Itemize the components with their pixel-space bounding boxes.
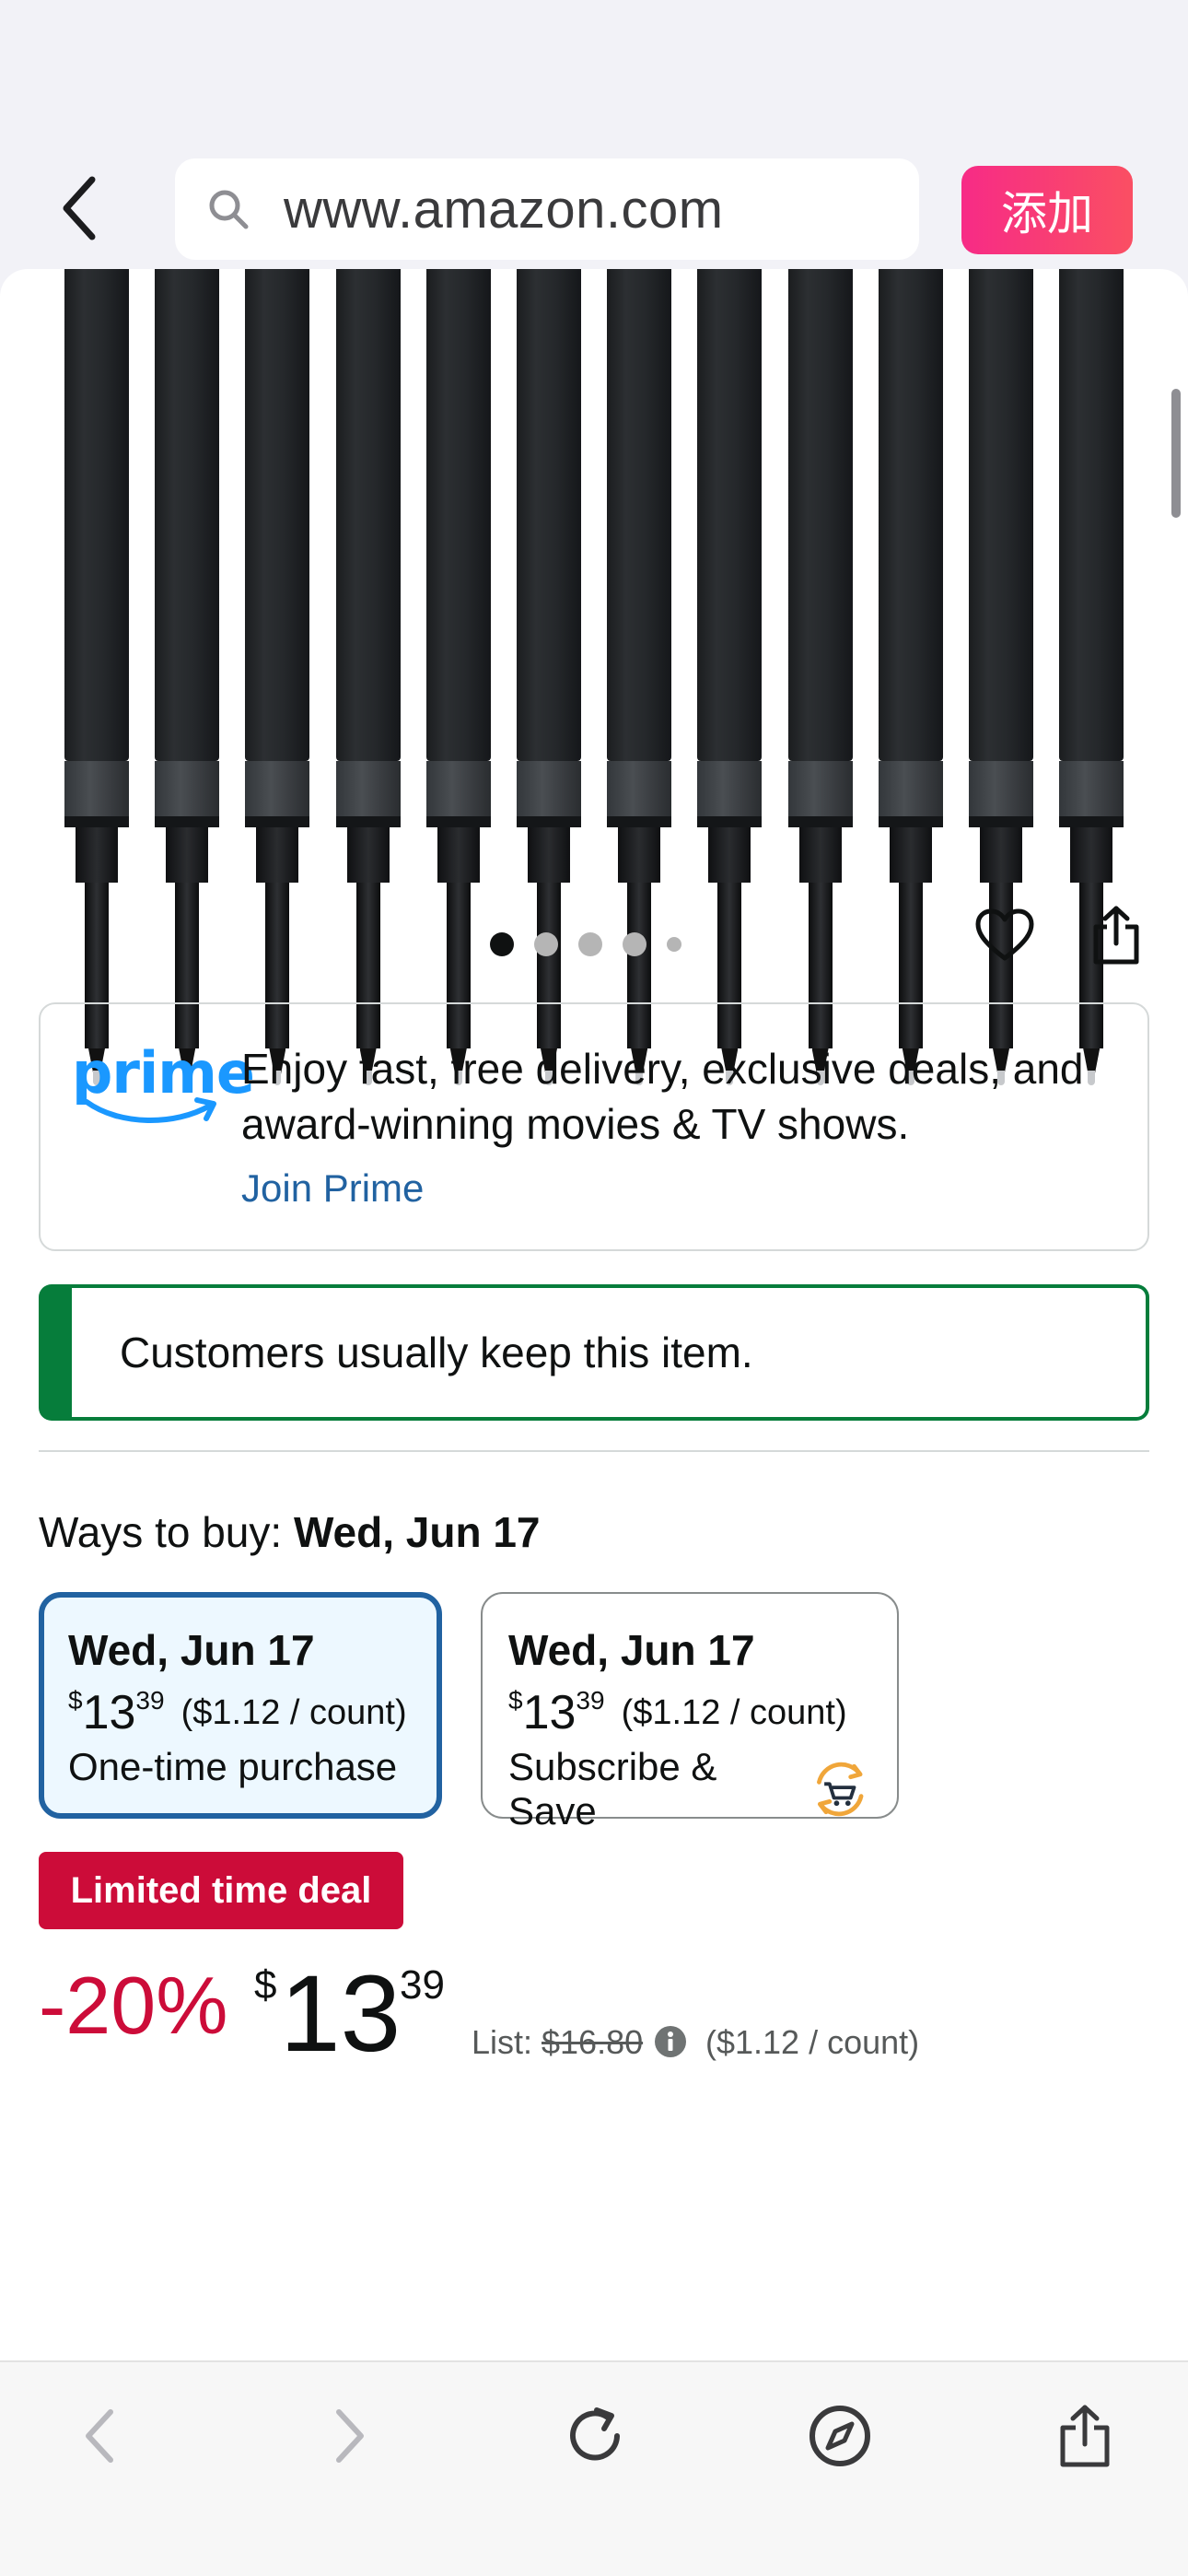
pagination-dot[interactable] <box>534 932 558 956</box>
option-type: One-time purchase <box>68 1745 413 1789</box>
back-button[interactable] <box>52 171 107 245</box>
scroll-indicator[interactable] <box>1171 389 1181 518</box>
price-fraction: 39 <box>576 1686 605 1715</box>
pagination-dot[interactable] <box>578 932 602 956</box>
toolbar-share-button[interactable] <box>1039 2390 1131 2482</box>
page-content: prime Enjoy fast, free delivery, exclusi… <box>0 269 1188 2360</box>
price-whole: 13 <box>522 1686 577 1739</box>
ways-to-buy-date: Wed, Jun 17 <box>293 1508 541 1556</box>
price-fraction: 39 <box>135 1686 165 1715</box>
keep-item-text: Customers usually keep this item. <box>120 1329 753 1376</box>
pen-refill <box>875 269 947 1098</box>
heart-icon <box>975 908 1034 961</box>
image-pagination-dots[interactable] <box>490 932 681 956</box>
unit-price: ($1.12 / count) <box>181 1693 407 1732</box>
pagination-dot[interactable] <box>490 932 514 956</box>
pen-refill <box>61 269 133 1098</box>
pen-refill <box>1055 269 1127 1098</box>
keep-item-notice: Customers usually keep this item. <box>39 1284 1149 1421</box>
share-icon <box>1060 2405 1110 2467</box>
share-product-button[interactable] <box>1087 901 1146 969</box>
deal-price-row: -20% $ 13 39 List: $16.80 ($1.12 / count… <box>39 1950 1162 2078</box>
subscribe-save-cart-icon <box>816 1762 863 1817</box>
toolbar-reload-button[interactable] <box>549 2390 641 2482</box>
price-whole: 13 <box>280 1953 402 2075</box>
prime-logo: prime <box>72 1039 255 1131</box>
price-fraction: 39 <box>400 1962 445 2008</box>
buy-option-one-time[interactable]: Wed, Jun 17 $ 13 39 ($1.12 / count) One-… <box>39 1592 442 1819</box>
list-price-label: List: <box>472 2023 533 2061</box>
option-type-label: Subscribe & Save <box>508 1745 717 1832</box>
wishlist-button[interactable] <box>973 903 1037 967</box>
option-type: Subscribe & Save <box>508 1745 871 1833</box>
option-type-label: One-time purchase <box>68 1745 398 1788</box>
prime-message: Enjoy fast, free delivery, exclusive dea… <box>241 1045 1084 1148</box>
price-currency: $ <box>68 1686 83 1715</box>
add-button[interactable]: 添加 <box>961 166 1133 254</box>
limited-time-deal-badge: Limited time deal <box>39 1852 403 1929</box>
option-price: $ 13 39 ($1.12 / count) <box>508 1686 871 1739</box>
pen-refill <box>332 269 404 1098</box>
browser-bottom-toolbar <box>0 2360 1188 2576</box>
ways-to-buy-heading: Ways to buy: Wed, Jun 17 <box>39 1507 541 1557</box>
price-whole: 13 <box>82 1686 136 1739</box>
info-icon[interactable] <box>654 2025 687 2058</box>
toolbar-compass-button[interactable] <box>794 2390 886 2482</box>
forward-arrow-icon <box>336 2409 364 2463</box>
option-price: $ 13 39 ($1.12 / count) <box>68 1686 413 1739</box>
pen-refill <box>241 269 313 1098</box>
prime-promo[interactable]: prime Enjoy fast, free delivery, exclusi… <box>39 1002 1149 1251</box>
toolbar-back-button[interactable] <box>53 2390 146 2482</box>
pen-refill <box>603 269 675 1098</box>
pen-refill <box>151 269 223 1098</box>
option-date: Wed, Jun 17 <box>68 1626 315 1674</box>
ways-to-buy-label: Ways to buy: <box>39 1508 294 1556</box>
price-currency: $ <box>508 1686 523 1715</box>
divider <box>39 1450 1149 1452</box>
pen-refill <box>513 269 585 1098</box>
url-text: www.amazon.com <box>284 179 724 240</box>
compass-icon <box>809 2406 870 2466</box>
pen-refill <box>785 269 856 1098</box>
deal-unit-price: ($1.12 / count) <box>705 2023 920 2061</box>
reload-icon <box>570 2407 620 2461</box>
discount-percent: -20% <box>39 1960 228 2051</box>
browser-top-bar: www.amazon.com 添加 <box>0 0 1188 269</box>
buy-option-subscribe-save[interactable]: Wed, Jun 17 $ 13 39 ($1.12 / count) Subs… <box>481 1592 899 1832</box>
back-arrow-icon <box>86 2409 113 2463</box>
unit-price: ($1.12 / count) <box>621 1693 847 1732</box>
prime-smile-icon <box>84 1097 216 1124</box>
join-prime-link[interactable]: Join Prime <box>241 1166 424 1211</box>
price-currency: $ <box>254 1962 277 2008</box>
search-icon <box>201 181 256 237</box>
address-bar[interactable]: www.amazon.com <box>175 158 919 260</box>
share-icon <box>1093 906 1139 965</box>
pagination-dot[interactable] <box>667 937 681 952</box>
option-date: Wed, Jun 17 <box>508 1626 755 1674</box>
pen-refill <box>693 269 765 1098</box>
browser-window: www.amazon.com 添加 prime Enjoy fast, free… <box>0 0 1188 2576</box>
product-image[interactable] <box>0 269 1188 1098</box>
list-price: $16.80 <box>542 2023 644 2061</box>
toolbar-forward-button[interactable] <box>304 2390 396 2482</box>
pagination-dot[interactable] <box>623 932 646 956</box>
pen-refill <box>965 269 1037 1098</box>
chevron-left-icon <box>63 176 96 240</box>
pen-refill <box>423 269 495 1098</box>
